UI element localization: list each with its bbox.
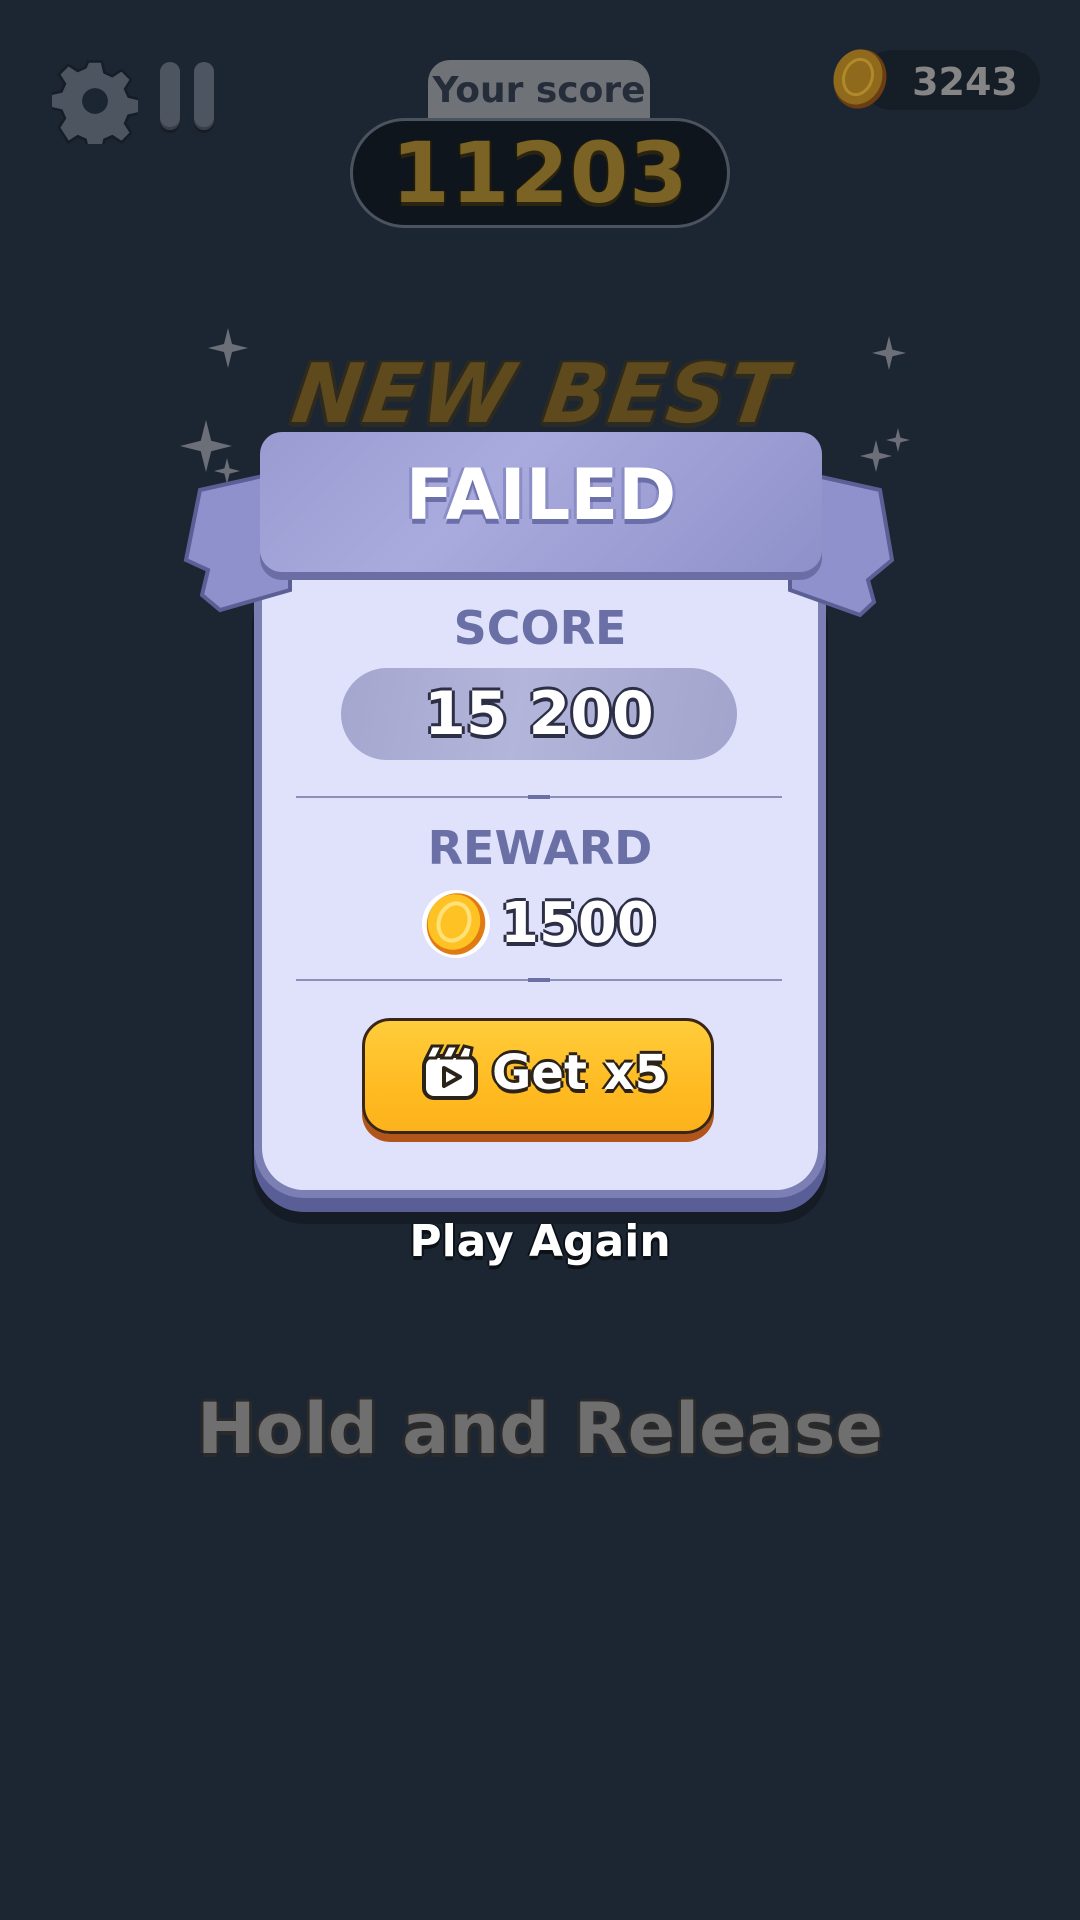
pause-icon: [160, 62, 180, 130]
reward-label: REWARD: [427, 821, 653, 875]
coin-icon: [422, 890, 490, 958]
divider: [296, 978, 782, 982]
coin-count: 3243: [912, 60, 1018, 104]
gear-icon[interactable]: [52, 58, 138, 144]
reward-amount: 1500: [500, 891, 656, 956]
your-score-label: Your score: [428, 60, 650, 126]
get-x5-label: Get x5: [492, 1045, 668, 1101]
score-label: SCORE: [453, 601, 627, 655]
failed-title: FAILED: [405, 454, 677, 536]
play-again-button[interactable]: Play Again: [340, 1212, 740, 1272]
divider: [296, 795, 782, 799]
coin-icon: [833, 49, 887, 109]
hold-and-release-hint: Hold and Release: [197, 1388, 883, 1470]
final-score: 15 200: [424, 679, 654, 749]
video-clapper-icon: [422, 1044, 478, 1100]
current-score: 11203: [350, 118, 730, 228]
pause-button[interactable]: [160, 62, 220, 134]
